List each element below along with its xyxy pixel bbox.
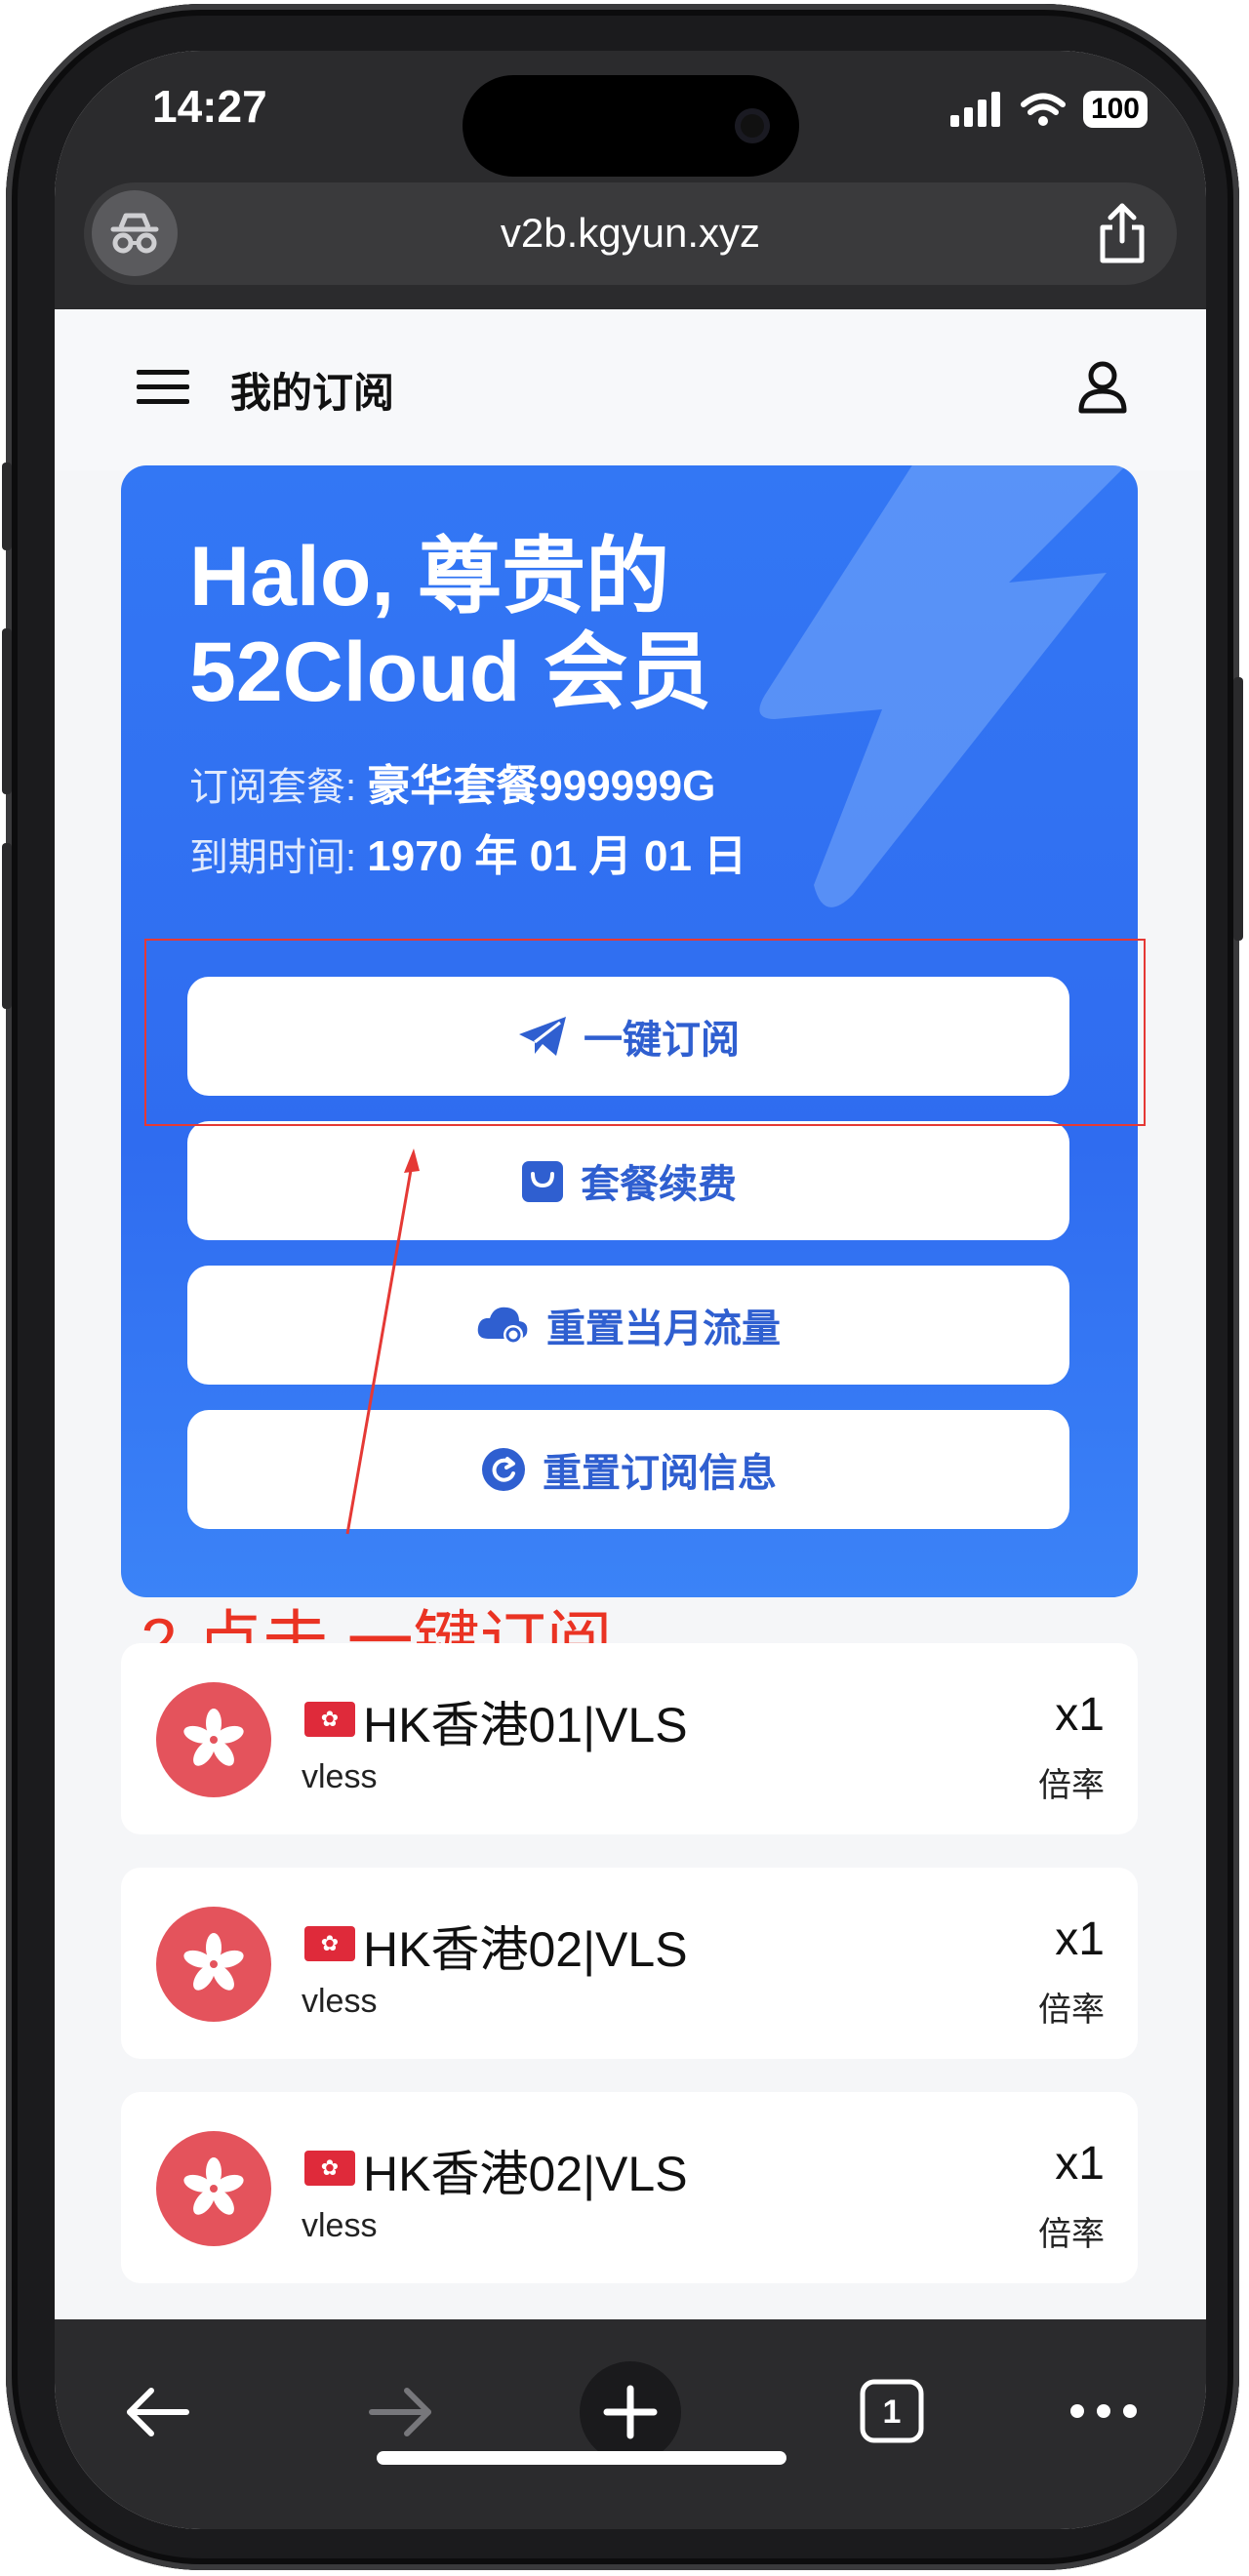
button-label: 重置订阅信息 (543, 1452, 777, 1495)
dynamic-island (463, 75, 799, 177)
home-indicator (377, 2451, 786, 2465)
share-icon[interactable] (1097, 202, 1148, 269)
refresh-circle-icon (482, 1448, 525, 1491)
node-rate: x1 (1055, 1689, 1105, 1741)
node-card[interactable]: ✿ HK香港01|VLS vless x1 倍率 (121, 1643, 1138, 1834)
volume-down-button (2, 843, 12, 1009)
node-card[interactable]: ✿ HK香港02|VLS vless x1 倍率 (121, 1868, 1138, 2059)
cloud-refresh-icon (477, 1307, 528, 1345)
tab-count: 1 (883, 2394, 902, 2431)
more-options-icon[interactable] (1050, 2362, 1157, 2460)
node-protocol: vless (302, 1758, 378, 1795)
power-button (1233, 677, 1243, 941)
hero-title-line1: Halo, 尊贵的 (189, 530, 670, 624)
plan-label: 订阅套餐: (189, 766, 357, 809)
url-bar[interactable]: v2b.kgyun.xyz (84, 182, 1177, 285)
forward-arrow-icon[interactable] (347, 2358, 455, 2466)
app-header: 我的订阅 (55, 309, 1206, 470)
signal-icon (949, 92, 1000, 127)
node-rate-label: 倍率 (1038, 2216, 1105, 2253)
volume-up-button (2, 628, 12, 794)
expire-value: 1970 年 01 月 01 日 (367, 832, 747, 880)
page-title: 我的订阅 (230, 370, 395, 416)
shopping-bag-icon (522, 1161, 563, 1202)
screen: 14:27 100 v2b.kgyun.xyz 我的订阅 Halo, 尊贵的 5… (55, 51, 1206, 2529)
node-protocol: vless (302, 1983, 378, 2020)
hero-title: Halo, 尊贵的 52Cloud 会员 (189, 529, 711, 720)
browser-top-bar: 14:27 100 v2b.kgyun.xyz (55, 51, 1206, 309)
back-arrow-icon[interactable] (103, 2358, 211, 2466)
wifi-icon (1020, 93, 1066, 126)
status-icons: 100 (949, 90, 1148, 129)
url-text: v2b.kgyun.xyz (500, 210, 761, 256)
status-time: 14:27 (152, 81, 267, 132)
new-tab-plus-icon[interactable] (580, 2361, 681, 2463)
button-label: 重置当月流量 (546, 1308, 781, 1350)
bauhinia-icon (156, 2131, 271, 2246)
user-icon[interactable] (1077, 360, 1128, 420)
plan-value: 豪华套餐999999G (367, 762, 716, 810)
reset-traffic-button[interactable]: 重置当月流量 (187, 1266, 1069, 1385)
node-protocol: vless (302, 2207, 378, 2244)
mute-switch (2, 463, 12, 550)
expire-info: 到期时间: 1970 年 01 月 01 日 (189, 821, 746, 883)
hero-title-line2: 52Cloud 会员 (189, 625, 712, 719)
node-name: HK香港01|VLS (363, 1698, 688, 1752)
hk-flag-icon: ✿ (304, 1926, 355, 1961)
lightning-bolt-icon (759, 465, 1126, 907)
camera-icon (735, 108, 770, 143)
node-name: HK香港02|VLS (363, 2147, 688, 2201)
annotation-highlight-box (144, 939, 1146, 1126)
reset-subscription-button[interactable]: 重置订阅信息 (187, 1410, 1069, 1529)
node-rate-label: 倍率 (1038, 1767, 1105, 1804)
node-card[interactable]: ✿ HK香港02|VLS vless x1 倍率 (121, 2092, 1138, 2283)
phone-frame: 14:27 100 v2b.kgyun.xyz 我的订阅 Halo, 尊贵的 5… (2, 4, 1243, 2570)
hk-flag-icon: ✿ (304, 2151, 355, 2186)
hk-flag-icon: ✿ (304, 1702, 355, 1737)
button-label: 套餐续费 (581, 1163, 737, 1206)
browser-bottom-toolbar: 1 (55, 2319, 1206, 2529)
bauhinia-icon (156, 1682, 271, 1797)
expire-label: 到期时间: (189, 836, 357, 879)
renew-plan-button[interactable]: 套餐续费 (187, 1121, 1069, 1240)
bauhinia-icon (156, 1907, 271, 2022)
node-rate: x1 (1055, 2138, 1105, 2190)
plan-info: 订阅套餐: 豪华套餐999999G (189, 750, 715, 813)
node-rate: x1 (1055, 1913, 1105, 1965)
hamburger-menu-icon[interactable] (137, 368, 189, 412)
node-rate-label: 倍率 (1038, 1992, 1105, 2029)
node-name: HK香港02|VLS (363, 1922, 688, 1977)
battery-indicator: 100 (1082, 91, 1148, 128)
tabs-count-icon[interactable]: 1 (843, 2362, 941, 2460)
